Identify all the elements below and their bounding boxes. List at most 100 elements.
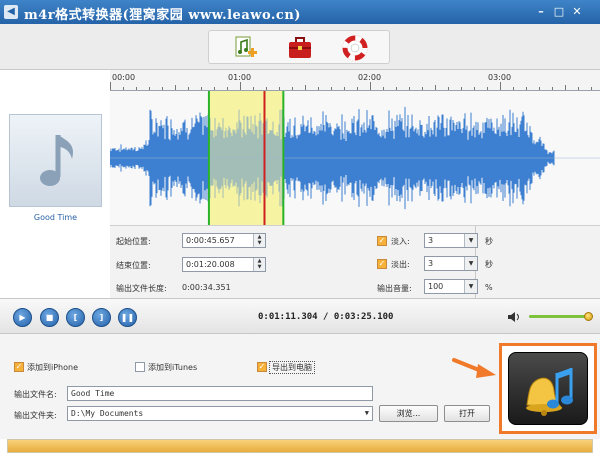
fade-in-checkbox[interactable]: ✓ xyxy=(377,236,387,246)
ruler-tick xyxy=(513,87,514,90)
add-itunes-label: 添加到iTunes xyxy=(148,363,198,372)
export-pc-label: 导出到电脑 xyxy=(269,361,315,374)
ruler-tick xyxy=(435,85,436,90)
music-note-icon xyxy=(40,135,74,186)
toolbox-button[interactable] xyxy=(286,34,314,62)
ruler-tick xyxy=(305,85,306,90)
track-title: Good Time xyxy=(33,213,78,222)
ruler-tick xyxy=(526,87,527,90)
volume-icon[interactable] xyxy=(507,311,521,323)
play-button[interactable]: ▶ xyxy=(13,308,32,327)
ruler-tick xyxy=(266,87,267,90)
chevron-down-icon[interactable]: ▼ xyxy=(464,234,477,247)
fade-out-unit: 秒 xyxy=(485,260,493,269)
speaker-icon: ◀ xyxy=(4,5,18,19)
bell-music-icon xyxy=(526,368,573,416)
add-music-button[interactable] xyxy=(231,34,259,62)
ruler-tick xyxy=(344,87,345,90)
album-thumbnail xyxy=(9,114,102,207)
ruler-tick xyxy=(240,82,241,90)
end-time-stepper[interactable]: 0:01:20.008 ▲ ▼ xyxy=(182,257,266,272)
waveform[interactable] xyxy=(110,91,600,225)
play-icon: ▶ xyxy=(19,313,26,322)
stepper-arrows-icon[interactable]: ▲ ▼ xyxy=(253,258,265,271)
start-time-stepper[interactable]: 0:00:45.657 ▲ ▼ xyxy=(182,233,266,248)
ruler-tick xyxy=(357,87,358,90)
volume-unit: % xyxy=(485,283,493,292)
browse-button[interactable]: 浏览... xyxy=(379,405,438,422)
ruler-tick xyxy=(318,87,319,90)
filename-input[interactable]: Good Time xyxy=(67,386,373,401)
ruler-tick xyxy=(409,87,410,90)
ruler-tick xyxy=(201,87,202,90)
volume-slider[interactable] xyxy=(529,312,593,321)
ruler-tick xyxy=(474,87,475,90)
ruler-tick xyxy=(396,87,397,90)
ruler-tick xyxy=(175,85,176,90)
stepper-arrows-icon[interactable]: ▲ ▼ xyxy=(253,234,265,247)
pause-icon: ❚❚ xyxy=(120,313,135,322)
volume-select[interactable]: 100 ▼ xyxy=(424,279,478,294)
volume-level xyxy=(529,315,588,318)
convert-highlight xyxy=(499,343,597,434)
convert-button[interactable] xyxy=(508,352,588,425)
folder-select[interactable]: D:\My Documents ▼ xyxy=(67,406,373,421)
add-iphone-label: 添加到iPhone xyxy=(27,363,79,372)
time-ruler: 00:00 01:00 02:00 03:00 xyxy=(110,70,600,91)
toolbar-group xyxy=(208,30,390,64)
folder-label: 输出文件夹: xyxy=(14,411,57,420)
add-itunes-checkbox[interactable]: ✓ xyxy=(135,362,145,372)
open-button[interactable]: 打开 xyxy=(444,405,490,422)
ruler-tick xyxy=(578,87,579,90)
lifebuoy-icon xyxy=(342,35,368,61)
params-panel: 起始位置: 0:00:45.657 ▲ ▼ 结束位置: 0:01:20.008 ▲… xyxy=(110,225,600,299)
bracket-left-icon: [ xyxy=(73,313,78,322)
stop-icon: ■ xyxy=(45,313,54,322)
ruler-label: 02:00 xyxy=(358,73,382,82)
ruler-tick xyxy=(500,82,501,90)
progress-fill xyxy=(8,440,592,452)
ruler-tick xyxy=(331,87,332,90)
fade-in-select[interactable]: 3 ▼ xyxy=(424,233,478,248)
maximize-icon[interactable]: □ xyxy=(553,6,565,18)
close-icon[interactable]: ✕ xyxy=(571,6,583,18)
ruler-tick xyxy=(487,87,488,90)
ruler-tick xyxy=(149,87,150,90)
pause-button[interactable]: ❚❚ xyxy=(118,308,137,327)
chevron-down-icon[interactable]: ▼ xyxy=(464,257,477,270)
set-start-button[interactable]: [ xyxy=(66,308,85,327)
ruler-tick xyxy=(539,87,540,90)
ruler-tick xyxy=(383,87,384,90)
ruler-tick xyxy=(461,87,462,90)
waveform-panel[interactable] xyxy=(110,91,600,225)
help-button[interactable] xyxy=(341,34,369,62)
title-bar: ◀ m4r格式转换器(狸窝家园 www.leawo.cn) – □ ✕ xyxy=(0,0,600,24)
ruler-tick xyxy=(591,87,592,90)
transport-bar: ▶ ■ [ ] ❚❚ 0:01:11.304 / 0:03:25.100 xyxy=(0,298,600,334)
arrow-icon xyxy=(452,358,496,378)
ruler-label: 03:00 xyxy=(488,73,512,82)
set-end-button[interactable]: ] xyxy=(92,308,111,327)
end-time-value: 0:01:20.008 xyxy=(186,260,235,269)
ruler-tick xyxy=(253,87,254,90)
ruler-tick xyxy=(136,87,137,90)
fade-out-checkbox[interactable]: ✓ xyxy=(377,259,387,269)
minimize-icon[interactable]: – xyxy=(535,6,547,18)
toolbar xyxy=(0,24,600,70)
volume-knob[interactable] xyxy=(583,312,593,321)
fade-in-label: 淡入: xyxy=(391,237,410,246)
ruler-tick xyxy=(110,82,111,90)
chevron-down-icon[interactable]: ▼ xyxy=(464,280,477,293)
ruler-tick xyxy=(227,87,228,90)
fade-out-label: 淡出: xyxy=(391,260,410,269)
fade-out-select[interactable]: 3 ▼ xyxy=(424,256,478,271)
start-label: 起始位置: xyxy=(116,237,151,246)
ruler-tick xyxy=(448,87,449,90)
add-iphone-checkbox[interactable]: ✓ xyxy=(14,362,24,372)
export-pc-checkbox[interactable]: ✓ xyxy=(257,362,267,372)
volume-value: 100 xyxy=(428,282,444,291)
ruler-tick xyxy=(552,87,553,90)
ruler-tick xyxy=(422,87,423,90)
chevron-down-icon[interactable]: ▼ xyxy=(365,407,369,420)
stop-button[interactable]: ■ xyxy=(40,308,59,327)
